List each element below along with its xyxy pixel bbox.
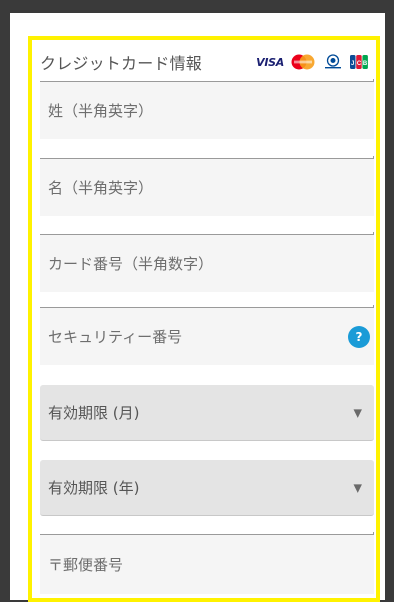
field-corner-tick: [373, 232, 374, 235]
credit-card-form: クレジットカード情報 VISA J C B 姓（半角英字） 名（半角英字） カー…: [28, 36, 380, 602]
field-corner-tick: [373, 305, 374, 308]
postal-code-field[interactable]: 〒郵便番号: [40, 532, 374, 594]
expiry-year-label: 有効期限 (年): [48, 479, 140, 497]
postal-code-placeholder: 〒郵便番号: [48, 556, 124, 574]
card-brand-logos: VISA J C B: [256, 54, 368, 70]
svg-text:B: B: [363, 61, 368, 67]
page-background: クレジットカード情報 VISA J C B 姓（半角英字） 名（半角英字） カー…: [10, 13, 385, 602]
visa-logo-icon: VISA: [256, 55, 284, 69]
last-name-field[interactable]: 姓（半角英字）: [40, 79, 374, 139]
question-icon[interactable]: ?: [348, 325, 370, 348]
security-code-placeholder: セキュリティー番号: [48, 328, 183, 346]
chevron-down-icon: ▼: [353, 481, 362, 494]
field-corner-tick: [373, 532, 374, 535]
mastercard-logo-icon: [290, 54, 316, 70]
jcb-logo-icon: J C B: [350, 54, 368, 70]
card-number-field[interactable]: カード番号（半角数字）: [40, 232, 374, 292]
security-code-field[interactable]: セキュリティー番号 ?: [40, 305, 374, 365]
form-header: クレジットカード情報 VISA J C B: [40, 46, 368, 78]
field-corner-tick: [373, 79, 374, 82]
svg-text:C: C: [357, 61, 362, 67]
first-name-placeholder: 名（半角英字）: [48, 179, 154, 197]
first-name-field[interactable]: 名（半角英字）: [40, 156, 374, 216]
svg-text:J: J: [351, 61, 354, 67]
expiry-year-select[interactable]: 有効期限 (年) ▼: [40, 460, 374, 516]
form-title: クレジットカード情報: [40, 54, 203, 73]
last-name-placeholder: 姓（半角英字）: [48, 102, 154, 120]
diners-club-logo-icon: [322, 54, 344, 70]
card-number-placeholder: カード番号（半角数字）: [48, 255, 214, 273]
field-corner-tick: [373, 156, 374, 159]
expiry-month-select[interactable]: 有効期限 (月) ▼: [40, 385, 374, 441]
expiry-month-label: 有効期限 (月): [48, 404, 140, 422]
chevron-down-icon: ▼: [353, 406, 362, 419]
